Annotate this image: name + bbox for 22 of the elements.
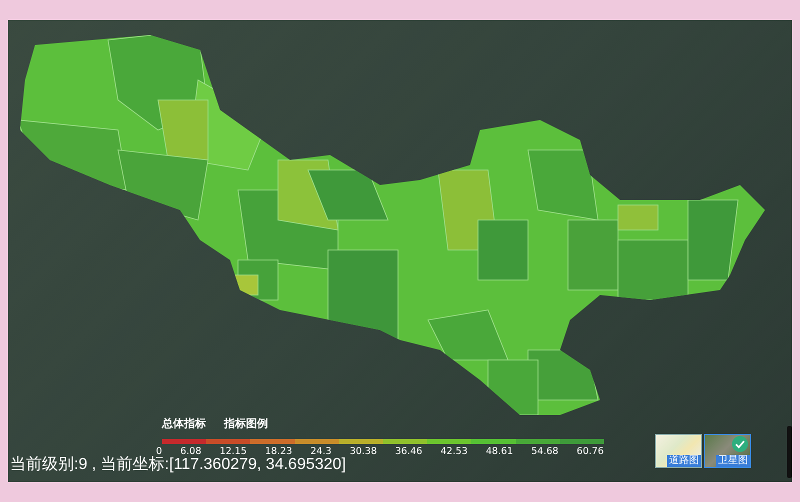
satellite-map-background[interactable]: 总体指标 指标图例 0 6.08 12.15 18.23 24.3 30.38 36.46 42.53 48.61 54.68 60.76 当前级别:9 , 当前坐标:[117.360279, 34.695320] 道路图 卫星图 [8,20,792,482]
legend-tick-label: 0 [156,446,162,457]
map-type-thumbnail[interactable]: 卫星图 [704,434,751,468]
choropleth-map-drawing[interactable] [20,35,766,416]
map-type-label: 卫星图 [716,455,750,467]
scrollbar[interactable] [787,426,792,478]
legend-tick-label: 6.08 [180,446,202,457]
legend-tick-label: 12.15 [220,446,247,457]
legend-title: 总体指标 [162,417,206,431]
legend-tick-label: 36.46 [395,446,422,457]
legend-tick-label: 24.3 [310,446,332,457]
legend-tick-label: 54.68 [531,446,558,457]
legend-title: 指标图例 [224,417,268,431]
legend-tick-label: 42.53 [440,446,468,457]
legend-tick-label: 60.76 [576,446,604,457]
map-type-thumbnail[interactable]: 道路图 [655,434,702,468]
coordinates-status-text: 当前级别:9 , 当前坐标:[117.360279, 34.695320] [10,455,346,475]
legend-tick-label: 48.61 [486,446,514,457]
checkmark-icon [732,436,748,452]
map-type-label: 道路图 [667,455,701,467]
legend-tick-label: 18.23 [264,446,292,457]
legend-tick-label: 30.38 [350,446,377,457]
